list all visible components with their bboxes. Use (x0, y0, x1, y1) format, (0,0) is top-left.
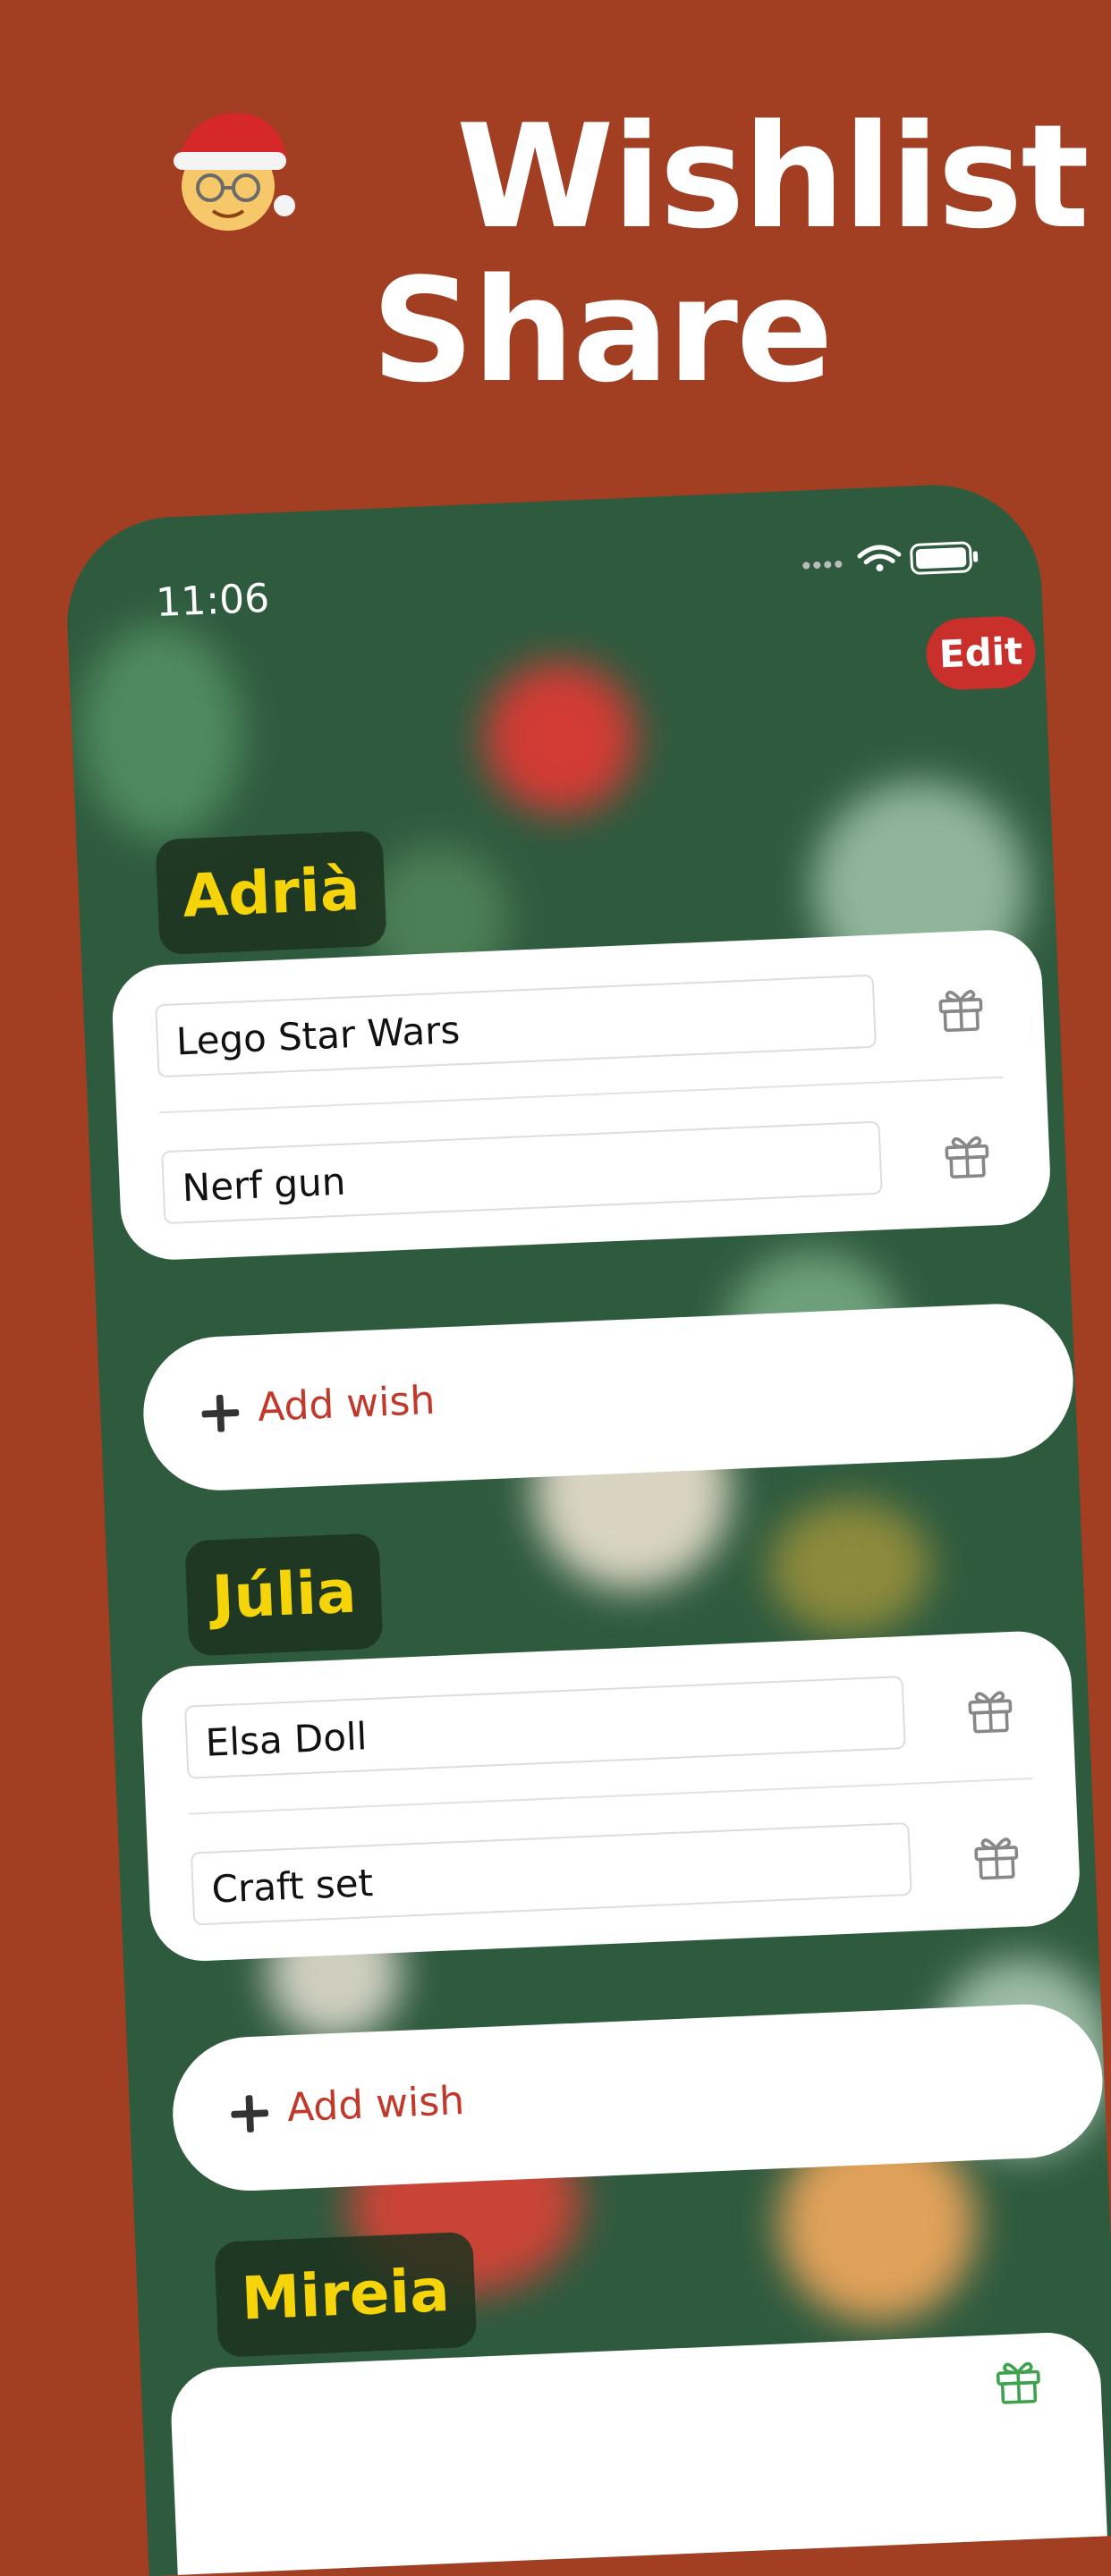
plus-icon (201, 1394, 240, 1432)
wish-row: Craft set (190, 1795, 1039, 1947)
gift-icon[interactable] (939, 1127, 995, 1182)
santa-emoji-icon (174, 113, 295, 231)
status-icons (802, 541, 979, 575)
hero-header: Wishlist Share (0, 0, 1111, 465)
person-name-tag: Adrià (155, 830, 387, 956)
wish-row: Nerf gun (160, 1094, 1009, 1246)
add-wish-button[interactable]: Add wish (140, 1300, 1077, 1494)
bokeh-ornament (480, 658, 640, 817)
wifi-icon (857, 545, 902, 572)
wish-text-field[interactable]: Nerf gun (161, 1120, 883, 1225)
gift-icon[interactable] (990, 2352, 1046, 2408)
wish-list-card (169, 2330, 1110, 2576)
battery-icon (910, 541, 979, 575)
wish-list-card: Lego Star Wars Nerf gun (110, 927, 1053, 1263)
signal-icon (802, 560, 843, 570)
status-time: 11:06 (155, 575, 271, 626)
add-wish-label: Add wish (257, 1377, 437, 1431)
edit-button[interactable]: Edit (924, 614, 1038, 691)
person-name-tag: Mireia (214, 2231, 478, 2358)
wish-text-field[interactable]: Craft set (190, 1821, 912, 1926)
gift-icon[interactable] (963, 1682, 1018, 1737)
add-wish-label: Add wish (285, 2078, 466, 2132)
gift-icon[interactable] (933, 980, 988, 1035)
person-name-tag: Júlia (184, 1533, 384, 1657)
wish-list-card: Elsa Doll Craft set (140, 1629, 1082, 1964)
wish-row: Lego Star Wars (154, 948, 1003, 1099)
bokeh-ornament (76, 621, 247, 843)
phone-screen: 11:06 Edit Adrià Lego Star Wars Nerf gun… (63, 480, 1111, 2576)
plus-icon (231, 2095, 269, 2133)
bokeh-ornament (767, 1496, 934, 1638)
wish-row: Elsa Doll (183, 1649, 1032, 1800)
wish-text-field[interactable]: Lego Star Wars (155, 974, 877, 1078)
phone-mockup: 11:06 Edit Adrià Lego Star Wars Nerf gun… (63, 480, 1111, 2576)
app-title-line-2: Share (371, 247, 834, 414)
wish-text-field[interactable]: Elsa Doll (184, 1676, 906, 1779)
gift-icon[interactable] (969, 1829, 1024, 1884)
app-title-line-1: Wishlist (456, 93, 1090, 260)
